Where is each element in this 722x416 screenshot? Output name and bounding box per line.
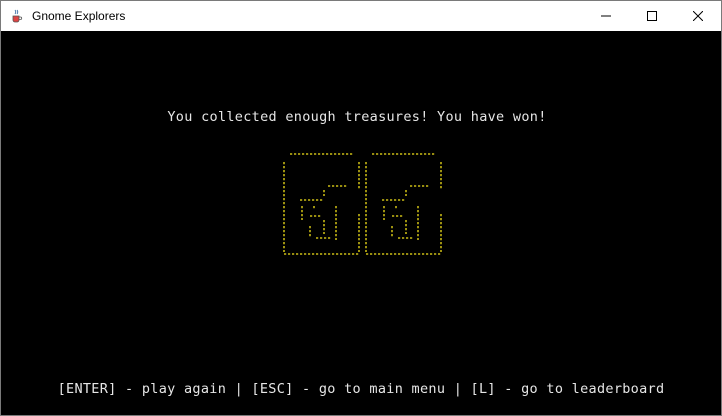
close-icon bbox=[693, 11, 703, 21]
minimize-icon bbox=[601, 15, 611, 17]
controls-hint: [ENTER] - play again | [ESC] - go to mai… bbox=[57, 381, 665, 397]
minimize-button[interactable] bbox=[583, 1, 629, 31]
title-bar[interactable]: Gnome Explorers bbox=[1, 1, 721, 31]
maximize-button[interactable] bbox=[629, 1, 675, 31]
win-message: You collected enough treasures! You have… bbox=[167, 109, 547, 125]
game-window: Gnome Explorers You collected enough tre… bbox=[0, 0, 722, 416]
close-button[interactable] bbox=[675, 1, 721, 31]
java-cup-icon bbox=[9, 8, 25, 24]
window-title: Gnome Explorers bbox=[32, 9, 126, 23]
gg-ascii-logo bbox=[283, 153, 442, 255]
game-canvas[interactable]: You collected enough treasures! You have… bbox=[1, 31, 721, 415]
maximize-icon bbox=[647, 11, 657, 21]
